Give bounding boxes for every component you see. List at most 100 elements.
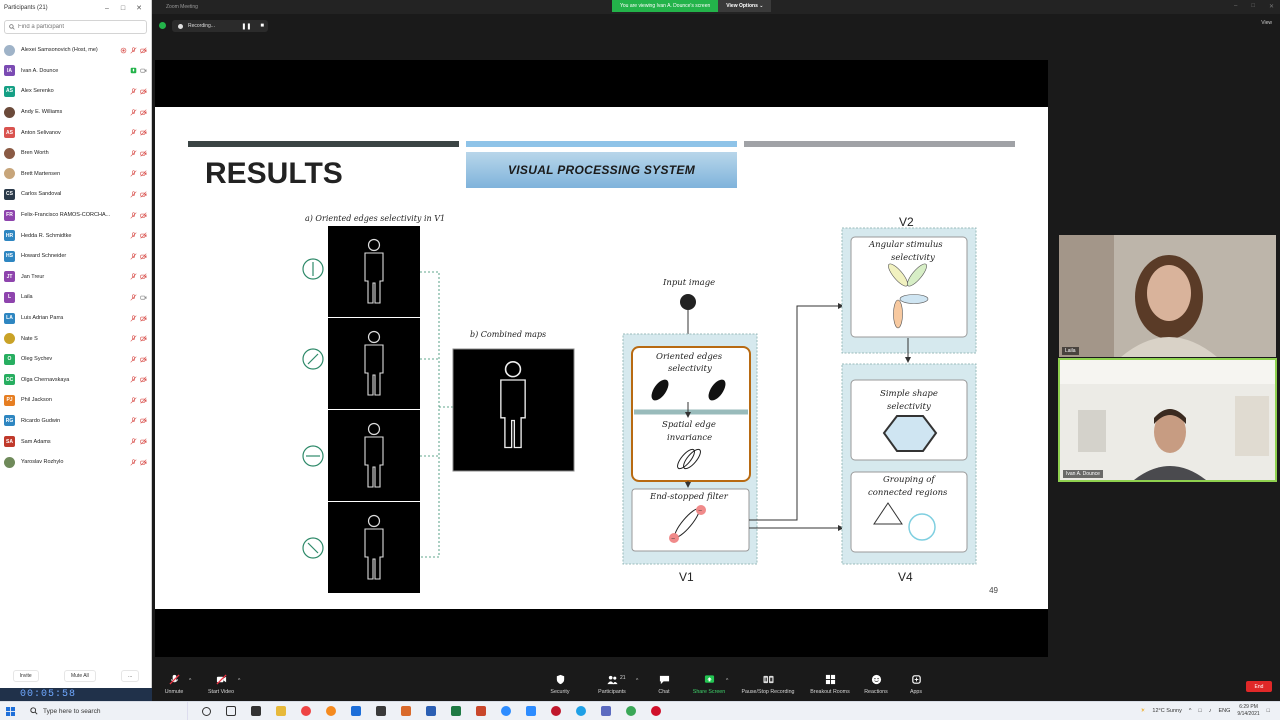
microphone-on-icon[interactable] bbox=[130, 67, 137, 74]
video-tile-laila[interactable]: Laila bbox=[1059, 235, 1276, 357]
participant-row[interactable]: Alexei Samsonovich (Host, me) bbox=[0, 40, 151, 61]
task-view-icon[interactable] bbox=[223, 703, 239, 719]
video-off-icon[interactable] bbox=[140, 376, 147, 383]
microphone-muted-icon[interactable] bbox=[130, 88, 137, 95]
close-icon[interactable]: ✕ bbox=[131, 4, 147, 12]
app-icon-1[interactable] bbox=[248, 703, 264, 719]
participant-row[interactable]: SA Sam Adams bbox=[0, 431, 151, 452]
apps-button[interactable]: Apps bbox=[886, 674, 946, 695]
microphone-muted-icon[interactable] bbox=[130, 232, 137, 239]
notifications-icon[interactable]: □ bbox=[1267, 708, 1270, 714]
minimize-icon[interactable]: – bbox=[1234, 3, 1237, 10]
powerpoint-icon[interactable] bbox=[473, 703, 489, 719]
mute-all-button[interactable]: Mute All bbox=[63, 670, 96, 682]
microphone-muted-icon[interactable] bbox=[130, 397, 137, 404]
video-off-icon[interactable] bbox=[140, 47, 147, 54]
maximize-icon[interactable]: □ bbox=[1251, 3, 1255, 10]
matlab-icon[interactable] bbox=[398, 703, 414, 719]
video-off-icon[interactable] bbox=[140, 417, 147, 425]
microphone-muted-icon[interactable] bbox=[130, 129, 137, 136]
video-off-icon[interactable] bbox=[140, 253, 147, 260]
encryption-shield-icon[interactable] bbox=[159, 22, 166, 29]
participant-row[interactable]: CS Carlos Sandoval bbox=[0, 184, 151, 205]
video-off-icon[interactable] bbox=[140, 109, 147, 116]
participant-row[interactable]: FR Felix-Francisco RAMOS-CORCHA... bbox=[0, 205, 151, 226]
video-off-icon[interactable] bbox=[140, 212, 147, 219]
chrome-icon[interactable] bbox=[298, 703, 314, 719]
participant-row[interactable]: Andy E. Williams bbox=[0, 102, 151, 123]
participant-row[interactable]: LA Luis Adrian Parra bbox=[0, 308, 151, 329]
video-off-icon[interactable] bbox=[140, 335, 147, 342]
microphone-muted-icon[interactable] bbox=[130, 253, 137, 260]
microphone-muted-icon[interactable] bbox=[130, 108, 137, 116]
security-button[interactable]: Security bbox=[530, 674, 590, 695]
more-button[interactable]: ... bbox=[121, 670, 140, 682]
taskbar-clock[interactable]: 6:29 PM 9/14/2021 bbox=[1237, 704, 1259, 718]
zoom-active-icon[interactable] bbox=[523, 703, 539, 719]
store-icon[interactable] bbox=[348, 703, 364, 719]
close-icon[interactable]: ✕ bbox=[1269, 3, 1274, 10]
video-off-icon[interactable] bbox=[140, 356, 147, 363]
pause-recording-icon[interactable]: ❚❚ bbox=[241, 23, 255, 30]
participant-row[interactable]: RG Ricardo Gudwin bbox=[0, 411, 151, 432]
microphone-muted-icon[interactable] bbox=[130, 438, 137, 445]
weather-text[interactable]: 12°C Sunny bbox=[1152, 708, 1181, 714]
participant-row[interactable]: PJ Phil Jackson bbox=[0, 390, 151, 411]
video-tile-ivan[interactable]: Ivan A. Dounce bbox=[1058, 358, 1277, 482]
video-on-icon[interactable] bbox=[140, 294, 147, 301]
participant-row[interactable]: OC Olga Chernavskaya bbox=[0, 370, 151, 391]
language-indicator[interactable]: ENG bbox=[1219, 708, 1231, 714]
microphone-muted-icon[interactable] bbox=[130, 273, 137, 280]
participant-row[interactable]: HR Hedda R. Schmidtke bbox=[0, 225, 151, 246]
microphone-muted-icon[interactable] bbox=[130, 294, 137, 301]
participant-row[interactable]: O Oleg Sychev bbox=[0, 349, 151, 370]
volume-icon[interactable]: ♪ bbox=[1209, 708, 1212, 714]
app-icon-4[interactable] bbox=[648, 703, 664, 719]
share-options-caret-icon[interactable]: ^ bbox=[726, 678, 728, 684]
excel-icon[interactable] bbox=[448, 703, 464, 719]
chrome-icon-2[interactable] bbox=[623, 703, 639, 719]
search-input[interactable] bbox=[18, 24, 138, 30]
participant-row[interactable]: Nate S bbox=[0, 328, 151, 349]
participants-button[interactable]: Participants bbox=[582, 674, 642, 695]
microphone-muted-icon[interactable] bbox=[130, 459, 137, 466]
video-off-icon[interactable] bbox=[140, 88, 147, 95]
video-off-icon[interactable] bbox=[140, 273, 147, 280]
video-off-icon[interactable] bbox=[140, 150, 147, 157]
microphone-muted-icon[interactable] bbox=[130, 191, 137, 198]
minimize-icon[interactable]: – bbox=[99, 5, 115, 12]
pause-stop-recording-button[interactable]: Pause/Stop Recording bbox=[738, 674, 798, 695]
video-options-caret-icon[interactable]: ^ bbox=[238, 678, 240, 684]
video-off-icon[interactable] bbox=[140, 397, 147, 404]
participant-row[interactable]: AS Anton Selivanov bbox=[0, 122, 151, 143]
microphone-muted-icon[interactable] bbox=[130, 211, 137, 219]
participant-row[interactable]: Yaroslav Rozhylo bbox=[0, 452, 151, 473]
maximize-icon[interactable]: □ bbox=[115, 5, 131, 12]
view-options-button[interactable]: View Options ⌄ bbox=[718, 0, 772, 12]
video-off-icon[interactable] bbox=[140, 232, 147, 239]
microphone-muted-icon[interactable] bbox=[130, 417, 137, 425]
microphone-muted-icon[interactable] bbox=[130, 335, 137, 342]
cortana-icon[interactable] bbox=[198, 703, 214, 719]
stop-recording-icon[interactable]: ■ bbox=[260, 23, 268, 29]
participant-row[interactable]: IA Ivan A. Dounce bbox=[0, 61, 151, 82]
recorder-icon[interactable] bbox=[548, 703, 564, 719]
network-icon[interactable]: □ bbox=[1198, 708, 1201, 714]
video-off-icon[interactable] bbox=[140, 459, 147, 466]
app-icon-2[interactable] bbox=[373, 703, 389, 719]
app-icon-3[interactable] bbox=[598, 703, 614, 719]
participant-row[interactable]: Brett Martensen bbox=[0, 164, 151, 185]
microphone-muted-icon[interactable] bbox=[130, 356, 137, 363]
participant-search[interactable] bbox=[4, 20, 147, 34]
skype-icon[interactable] bbox=[573, 703, 589, 719]
video-on-icon[interactable] bbox=[140, 67, 147, 74]
share-screen-button[interactable]: Share Screen bbox=[679, 674, 739, 695]
taskbar-search[interactable]: Type here to search bbox=[20, 701, 188, 720]
microphone-muted-icon[interactable] bbox=[130, 170, 137, 177]
video-off-icon[interactable] bbox=[140, 314, 147, 322]
word-icon[interactable] bbox=[423, 703, 439, 719]
start-button[interactable] bbox=[0, 702, 20, 720]
microphone-muted-icon[interactable] bbox=[130, 376, 137, 383]
tray-chevron-icon[interactable]: ^ bbox=[1189, 708, 1192, 714]
start-video-button[interactable]: Start Video bbox=[191, 674, 251, 695]
